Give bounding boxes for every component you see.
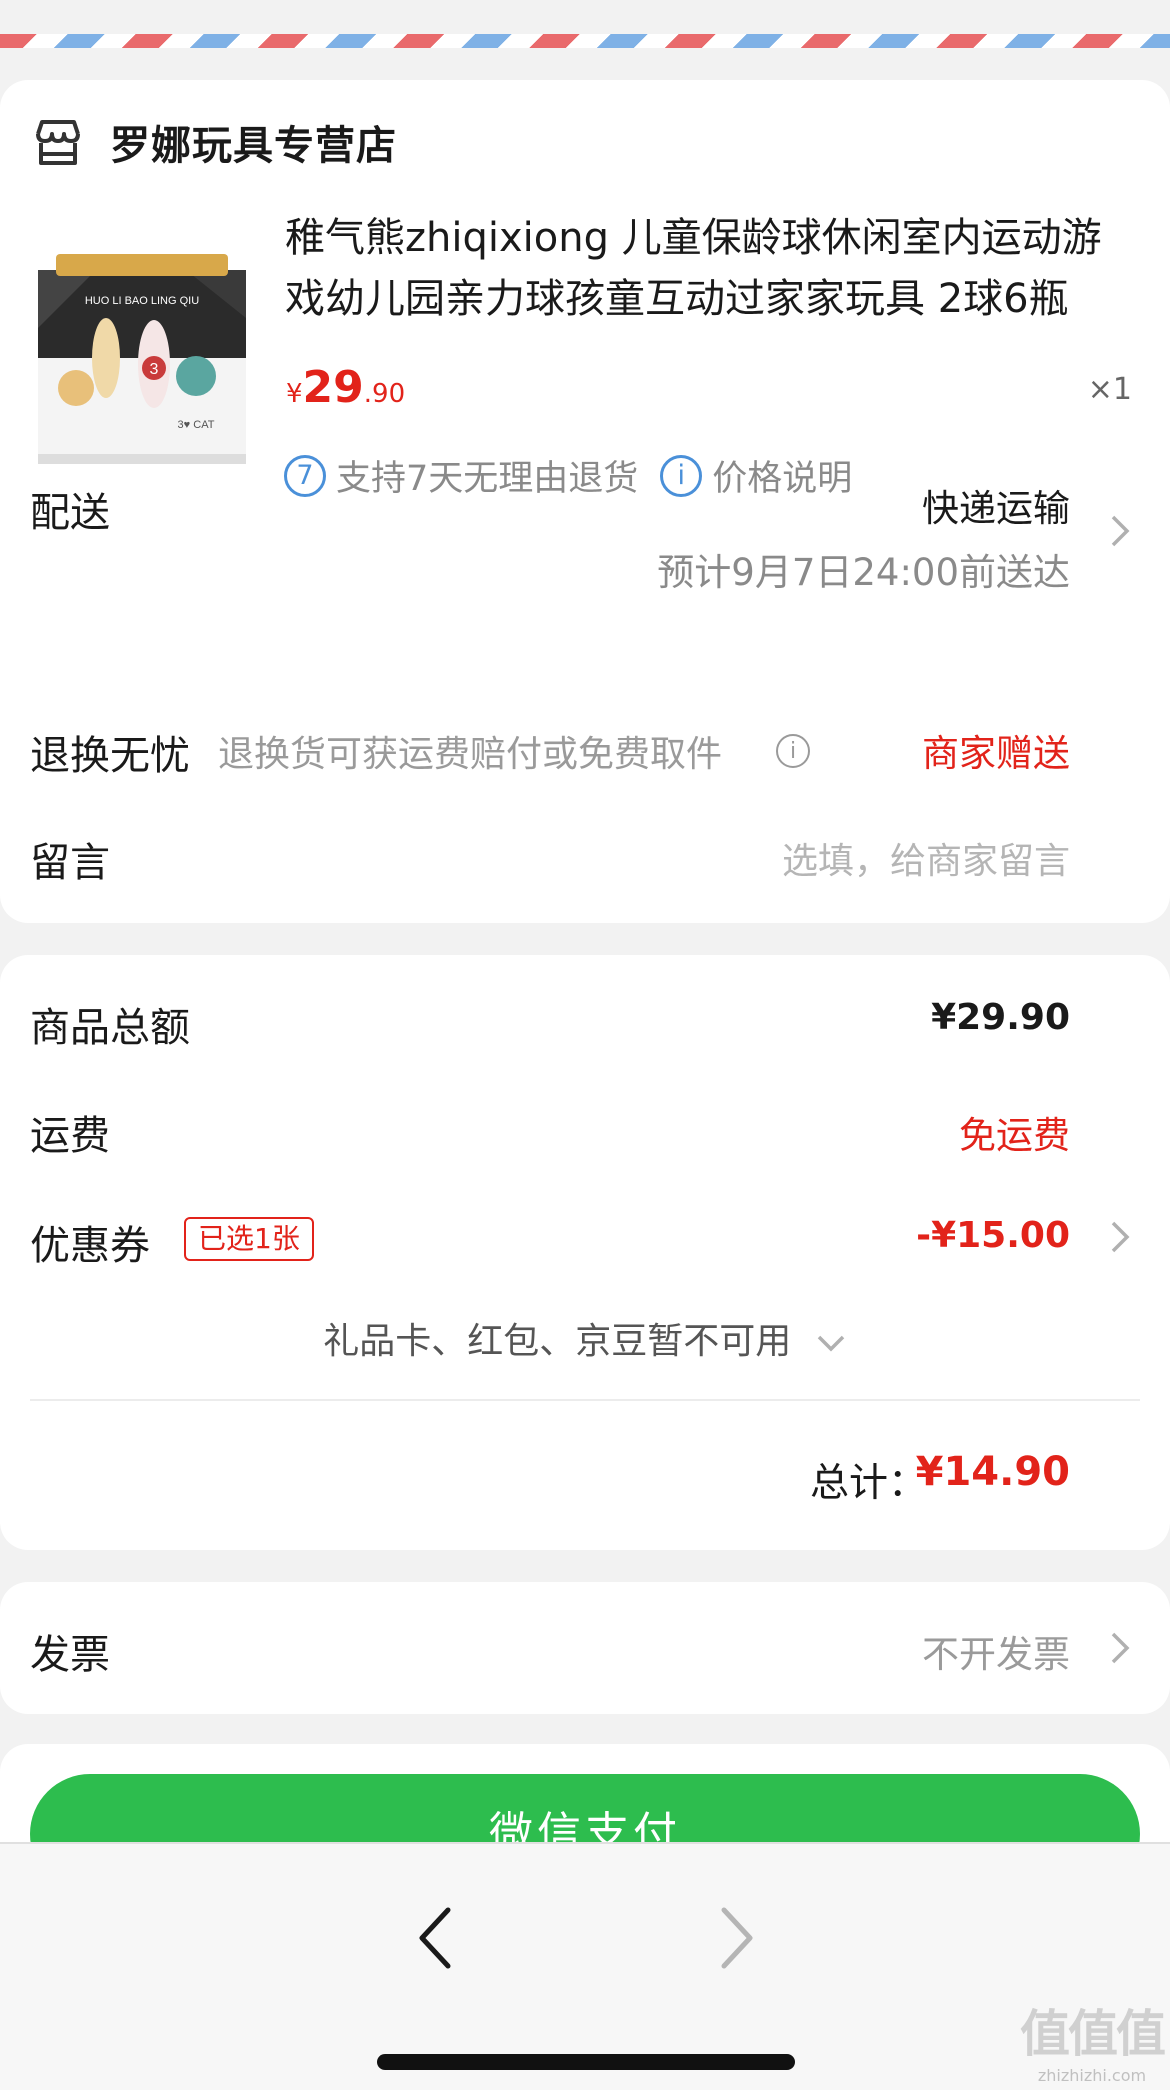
info-icon: i (660, 454, 703, 497)
delivery-label: 配送 (30, 490, 110, 536)
shipping-label: 运费 (30, 1113, 110, 1159)
returns-description: 退换货可获运费赔付或免费取件 (218, 734, 723, 775)
watermark-url: zhizhizhi.com (1037, 2066, 1147, 2085)
price-currency: ¥ (286, 379, 303, 409)
price-explanation-link[interactable]: 价格说明 (712, 450, 852, 501)
giftcards-note: 礼品卡、红包、京豆暂不可用 (323, 1321, 792, 1362)
checkout-page: 罗娜玩具专营店 HUO LI BAO LING QIU 3 3♥ CAT 稚气熊… (0, 0, 1170, 2090)
chevron-right-icon[interactable] (1100, 511, 1140, 551)
seven-day-return-label[interactable]: 支持7天无理由退货 (336, 450, 638, 501)
coupon-value[interactable]: -¥15.00 (916, 1215, 1070, 1256)
service-tags: 7 支持7天无理由退货 i 价格说明 (284, 450, 852, 501)
returns-value: 商家赠送 (922, 732, 1070, 775)
chevron-right-icon[interactable] (1100, 1217, 1140, 1257)
product-price: ¥29.90 (286, 362, 405, 413)
forward-arrow-icon[interactable] (712, 1904, 760, 1972)
coupon-label: 优惠券 (30, 1223, 150, 1269)
product-title[interactable]: 稚气熊zhiqixiong 儿童保龄球休闲室内运动游戏幼儿园亲力球孩童互动过家家… (285, 208, 1135, 330)
price-decimal: .90 (363, 379, 406, 409)
shipping-value: 免运费 (959, 1114, 1070, 1157)
invoice-card[interactable]: 发票 不开发票 (0, 1582, 1170, 1714)
amount-card: 商品总额 ¥29.90 运费 免运费 优惠券 已选1张 -¥15.00 礼品卡、… (0, 955, 1170, 1550)
delivery-method[interactable]: 快递运输 (922, 478, 1070, 532)
svg-text:HUO LI BAO LING QIU: HUO LI BAO LING QIU (85, 295, 199, 307)
home-indicator[interactable] (377, 2054, 795, 2070)
store-header[interactable]: 罗娜玩具专营店 (30, 112, 397, 172)
browser-bottom-bar: 值值值 zhizhizhi.com (0, 1842, 1170, 2090)
chevron-right-icon[interactable] (1100, 1628, 1140, 1668)
goods-total-value: ¥29.90 (931, 997, 1070, 1038)
airmail-border (0, 34, 1170, 48)
seven-day-return-icon: 7 (284, 454, 326, 497)
store-icon (36, 120, 80, 165)
message-input[interactable]: 选填，给商家留言 (782, 832, 1070, 884)
invoice-value[interactable]: 不开发票 (922, 1624, 1070, 1678)
returns-label: 退换无忧 (30, 733, 190, 779)
message-label: 留言 (30, 840, 110, 886)
goods-total-label: 商品总额 (30, 1005, 190, 1051)
price-integer: 29 (302, 362, 364, 413)
invoice-label: 发票 (30, 1632, 110, 1678)
order-card: 罗娜玩具专营店 HUO LI BAO LING QIU 3 3♥ CAT 稚气熊… (0, 80, 1170, 923)
back-arrow-icon[interactable] (412, 1904, 460, 1972)
info-icon[interactable]: i (776, 734, 810, 768)
store-name: 罗娜玩具专营店 (110, 123, 397, 169)
watermark: 值值值 zhizhizhi.com (1020, 1994, 1166, 2085)
product-quantity: ×1 (1087, 372, 1132, 407)
total-value: ¥14.90 (915, 1449, 1070, 1495)
coupon-badge: 已选1张 (184, 1217, 314, 1261)
divider (30, 1399, 1140, 1401)
product-image[interactable]: HUO LI BAO LING QIU 3 3♥ CAT (36, 248, 248, 488)
chevron-down-icon (817, 1335, 844, 1352)
watermark-logo: 值值值 (1020, 2005, 1166, 2063)
svg-text:3: 3 (150, 361, 159, 378)
svg-text:3♥ CAT: 3♥ CAT (178, 419, 215, 431)
delivery-eta: 预计9月7日24:00前送达 (657, 551, 1070, 594)
total-label: 总计： (809, 1461, 927, 1506)
giftcards-toggle[interactable]: 礼品卡、红包、京豆暂不可用 (0, 1312, 1170, 1364)
